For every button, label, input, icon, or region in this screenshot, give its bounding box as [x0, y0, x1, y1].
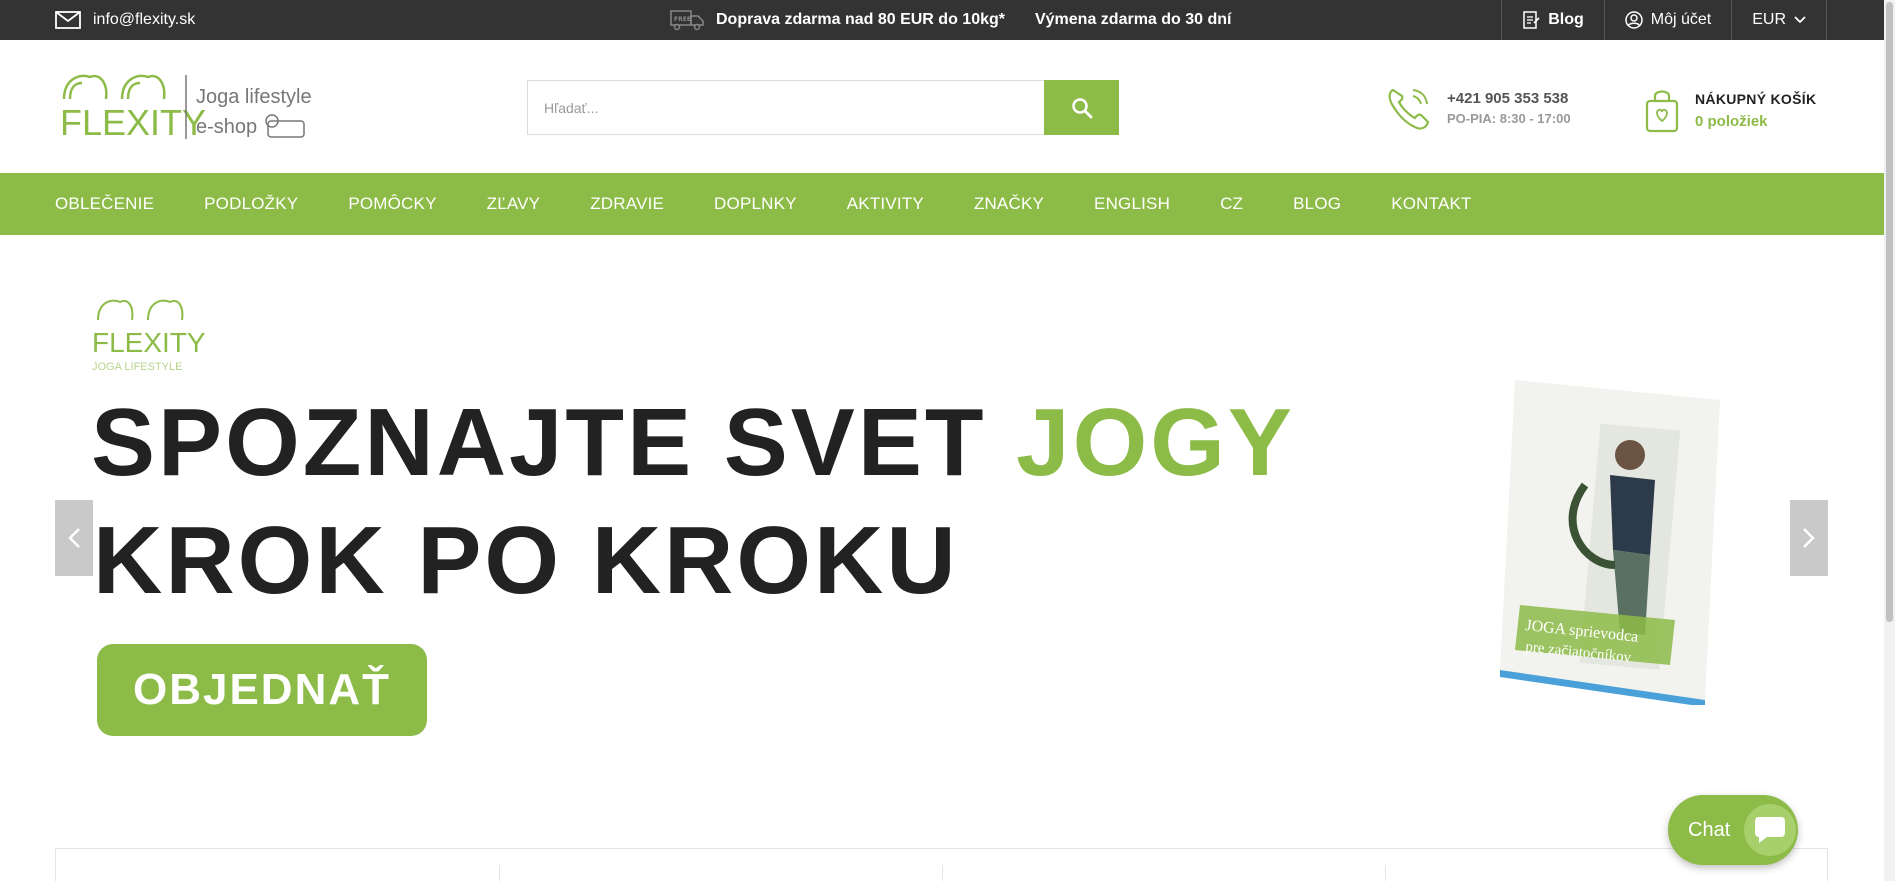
search-icon — [1071, 97, 1092, 118]
nav-item-aktivity[interactable]: AKTIVITY — [847, 194, 924, 214]
currency-label: EUR — [1752, 11, 1786, 28]
hero-headline-1: SPOZNAJTE SVET JOGY — [91, 395, 1295, 491]
feature-divider — [942, 865, 943, 881]
promo-bar: FREE Doprava zdarma nad 80 EUR do 10kg* … — [670, 0, 1232, 40]
nav-item-english[interactable]: ENGLISH — [1094, 194, 1170, 214]
contact-text: +421 905 353 538 PO-PIA: 8:30 - 17:00 — [1447, 90, 1571, 126]
hero-logo-brand: FLEXITY — [92, 327, 206, 358]
currency-select[interactable]: EUR — [1731, 0, 1827, 40]
chat-bubble — [1744, 804, 1797, 856]
hero-headline-1-text: SPOZNAJTE SVET — [91, 389, 987, 496]
hero-logo-tagline: JOGA LIFESTYLE — [92, 361, 182, 373]
order-button[interactable]: OBJEDNAŤ — [97, 644, 427, 736]
chat-bubble-icon — [1755, 817, 1786, 843]
nav-item-kontakt[interactable]: KONTAKT — [1391, 194, 1471, 214]
blog-link[interactable]: Blog — [1501, 0, 1604, 40]
chevron-right-icon — [1803, 528, 1815, 548]
nav-item-doplnky[interactable]: DOPLNKY — [714, 194, 797, 214]
page-scrollbar[interactable] — [1884, 0, 1895, 881]
feature-boxes — [55, 848, 1828, 881]
yoga-guide-book-image: JOGA sprievodca pre začiatočníkov — [1500, 380, 1720, 705]
contact-phone[interactable]: +421 905 353 538 PO-PIA: 8:30 - 17:00 — [1385, 80, 1571, 135]
cart-count: 0 položiek — [1695, 112, 1768, 130]
elephant-logo-icon: FLEXITY Joga lifestyle e-shop — [60, 74, 312, 143]
envelope-icon — [55, 11, 81, 29]
slider-prev-button[interactable] — [55, 500, 93, 576]
document-icon — [1523, 11, 1540, 29]
nav-item-podlozky[interactable]: PODLOŽKY — [204, 194, 298, 214]
blog-label: Blog — [1548, 11, 1584, 28]
hero-logo: FLEXITY JOGA LIFESTYLE — [92, 299, 206, 373]
nav-item-cz[interactable]: CZ — [1220, 194, 1243, 214]
shopping-bag-icon — [1645, 90, 1679, 133]
search-button[interactable] — [1044, 80, 1119, 135]
hero-headline-2: KROK PO KROKU — [93, 507, 959, 614]
nav-item-oblecenie[interactable]: OBLEČENIE — [55, 194, 154, 214]
cart-text: NÁKUPNÝ KOŠÍK 0 položiek — [1695, 91, 1816, 130]
hero-headline-accent: JOGY — [1016, 389, 1295, 496]
hero-slider[interactable]: FLEXITY JOGA LIFESTYLE SPOZNAJTE SVET JO… — [55, 235, 1828, 795]
site-header: FLEXITY Joga lifestyle e-shop +421 905 3… — [0, 40, 1895, 173]
phone-number: +421 905 353 538 — [1447, 89, 1569, 107]
email-text: info@flexity.sk — [93, 11, 196, 28]
nav-item-znacky[interactable]: ZNAČKY — [974, 194, 1044, 214]
opening-hours: PO-PIA: 8:30 - 17:00 — [1447, 110, 1571, 126]
chat-widget-button[interactable]: Chat — [1668, 795, 1798, 865]
email-link[interactable]: info@flexity.sk — [55, 0, 195, 40]
site-logo[interactable]: FLEXITY Joga lifestyle e-shop — [60, 65, 320, 155]
logo-tagline-1: Joga lifestyle — [196, 86, 312, 108]
top-bar: info@flexity.sk FREE Doprava zdarma nad … — [0, 0, 1895, 40]
user-circle-icon — [1625, 11, 1643, 29]
feature-divider — [499, 865, 500, 881]
promo-shipping: Doprava zdarma nad 80 EUR do 10kg* — [716, 11, 1005, 28]
search-input[interactable] — [527, 80, 1044, 135]
cart-link[interactable]: NÁKUPNÝ KOŠÍK 0 položiek — [1645, 80, 1816, 140]
top-bar-links: Blog Môj účet EUR — [1501, 0, 1827, 40]
chevron-down-icon — [1794, 16, 1806, 24]
search-bar — [527, 80, 1119, 135]
account-label: Môj účet — [1650, 11, 1712, 28]
logo-tagline-2: e-shop — [196, 116, 257, 138]
main-nav: OBLEČENIE PODLOŽKY POMÔCKY ZĽAVY ZDRAVIE… — [0, 173, 1895, 235]
truck-badge-text: FREE — [674, 16, 691, 23]
phone-icon — [1388, 88, 1430, 130]
nav-item-blog[interactable]: BLOG — [1293, 194, 1341, 214]
chevron-left-icon — [68, 528, 80, 548]
slider-next-button[interactable] — [1790, 500, 1828, 576]
cart-title: NÁKUPNÝ KOŠÍK — [1695, 90, 1817, 107]
promo-exchange: Výmena zdarma do 30 dní — [1034, 11, 1232, 28]
nav-item-zlavy[interactable]: ZĽAVY — [487, 194, 541, 214]
scrollbar-thumb[interactable] — [1886, 2, 1893, 622]
logo-brand: FLEXITY — [60, 102, 206, 143]
account-link[interactable]: Môj účet — [1603, 0, 1731, 40]
chat-label: Chat — [1688, 818, 1731, 841]
nav-item-zdravie[interactable]: ZDRAVIE — [590, 194, 664, 214]
feature-divider — [1385, 865, 1386, 881]
nav-item-pomocky[interactable]: POMÔCKY — [348, 194, 436, 214]
truck-icon: FREE — [670, 10, 704, 31]
